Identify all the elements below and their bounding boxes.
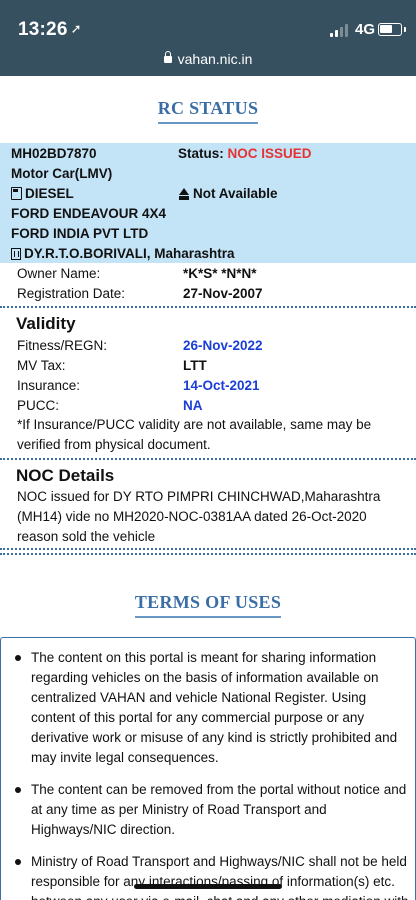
terms-item: Ministry of Road Transport and Highways/… <box>15 852 411 900</box>
insurance-value: 14-Oct-2021 <box>183 378 260 393</box>
emission-value: Not Available <box>193 186 278 201</box>
signal-icon <box>330 24 350 37</box>
emission-icon <box>178 188 190 200</box>
vehicle-model: FORD ENDEAVOUR 4X4 <box>11 206 167 221</box>
rc-details-block: MH02BD7870 Status: NOC ISSUED Motor Car(… <box>0 143 416 263</box>
rc-status-heading: RC STATUS <box>0 98 416 124</box>
fuel-pump-icon <box>11 187 22 200</box>
validity-title: Validity <box>16 314 76 333</box>
lock-icon <box>163 51 172 63</box>
status-badge: NOC ISSUED <box>227 146 312 161</box>
registration-date-label: Registration Date: <box>17 286 126 301</box>
noc-text: NOC issued for DY RTO PIMPRI CHINCHWAD,M… <box>17 489 381 544</box>
status-line: Status: NOC ISSUED <box>178 146 312 161</box>
divider <box>0 548 416 550</box>
divider <box>0 306 416 308</box>
fuel-type: DIESEL <box>11 186 74 201</box>
validity-label: MV Tax: <box>17 358 66 373</box>
divider <box>0 553 416 555</box>
address-bar[interactable]: vahan.nic.in <box>0 51 416 67</box>
mv-tax-value: LTT <box>183 358 207 373</box>
registration-date-value: 27-Nov-2007 <box>183 286 263 301</box>
owner-name-label: Owner Name: <box>17 266 101 281</box>
registering-authority: DY.R.T.O.BORIVALI, Maharashtra <box>11 246 235 261</box>
status-label: Status: <box>178 146 224 161</box>
pucc-value: NA <box>183 398 203 413</box>
noc-title: NOC Details <box>16 466 115 485</box>
terms-item: The content can be removed from the port… <box>15 780 411 840</box>
terms-heading: TERMS OF USES <box>0 592 416 618</box>
terms-item: The content on this portal is meant for … <box>15 648 411 768</box>
office-building-icon <box>11 248 21 260</box>
clock: 13:26 ➚ <box>18 19 82 40</box>
emission-norm: Not Available <box>178 186 278 201</box>
validity-label: Insurance: <box>17 378 81 393</box>
registration-number: MH02BD7870 <box>11 146 97 161</box>
fuel-value: DIESEL <box>25 186 74 201</box>
validity-note: *If Insurance/PUCC validity are not avai… <box>17 417 372 452</box>
validity-label: PUCC: <box>17 398 60 413</box>
validity-label: Fitness/REGN: <box>17 338 108 353</box>
url-text: vahan.nic.in <box>177 51 253 67</box>
fitness-value: 26-Nov-2022 <box>183 338 263 353</box>
vehicle-class: Motor Car(LMV) <box>11 166 113 181</box>
divider <box>0 458 416 460</box>
location-arrow-icon: ➚ <box>70 21 82 36</box>
network-type: 4G <box>355 21 376 38</box>
vehicle-maker: FORD INDIA PVT LTD <box>11 226 149 241</box>
rto-value: DY.R.T.O.BORIVALI, Maharashtra <box>24 246 235 261</box>
owner-name-value: *K*S* *N*N* <box>183 266 257 281</box>
status-bar: 13:26 ➚ 4G vahan.nic.in <box>0 0 416 76</box>
home-indicator[interactable] <box>134 884 282 889</box>
battery-icon <box>378 23 406 36</box>
terms-list: The content on this portal is meant for … <box>15 648 411 900</box>
